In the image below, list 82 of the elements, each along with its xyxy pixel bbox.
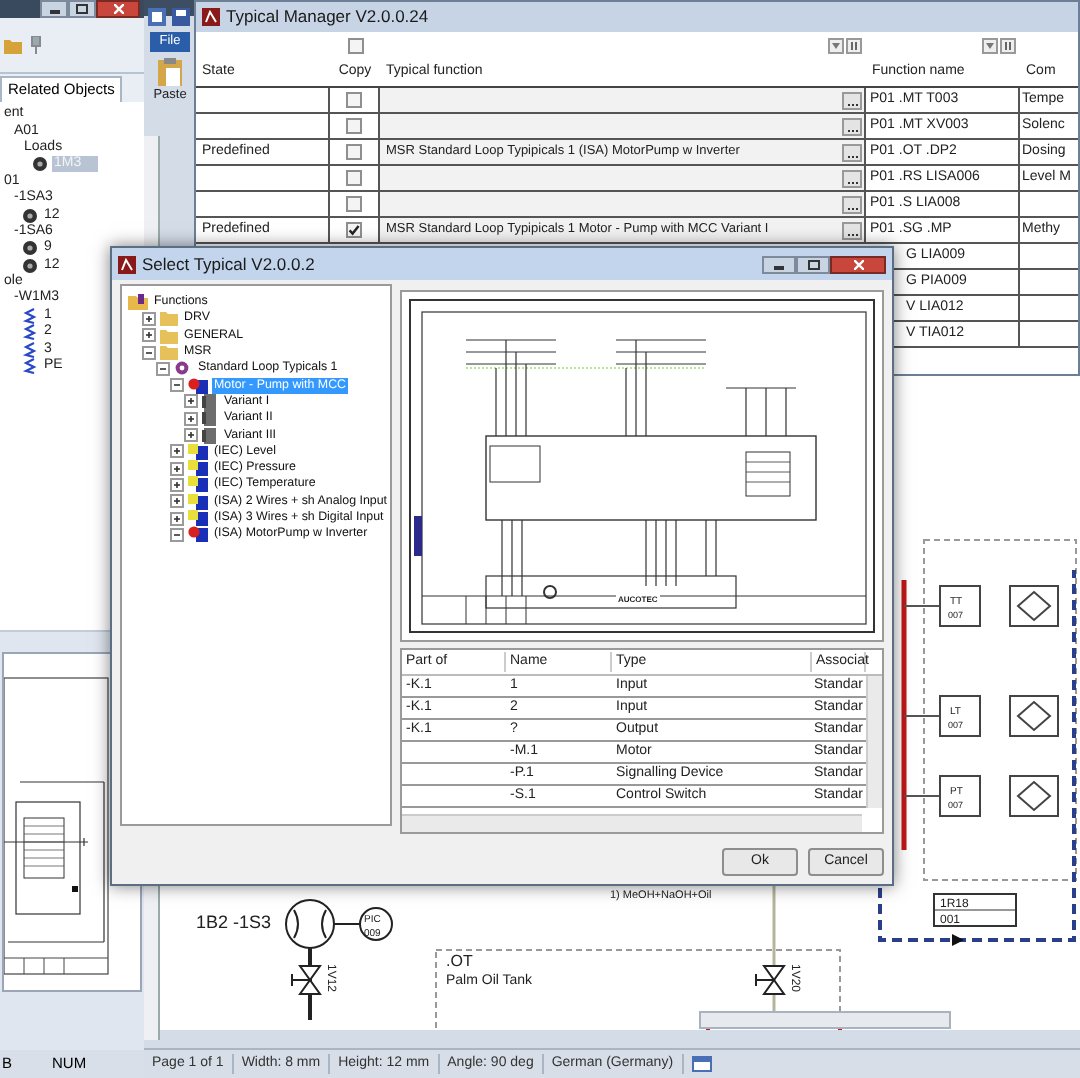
valve-symbol	[291, 965, 322, 995]
maximize-icon	[807, 259, 819, 269]
minimize-button[interactable]	[762, 255, 796, 273]
maximize-button[interactable]	[796, 255, 830, 273]
minimize-button[interactable]	[40, 0, 68, 18]
expand-icon[interactable]	[170, 511, 184, 525]
signal-icon	[188, 443, 208, 460]
collapse-icon[interactable]	[170, 378, 184, 393]
maximize-icon	[76, 4, 88, 14]
browse-button[interactable]	[842, 195, 862, 213]
checkbox[interactable]	[347, 37, 363, 53]
window-title: Select Typical V2.0.0.2	[142, 251, 315, 277]
checkbox[interactable]	[346, 196, 362, 212]
instrument-box	[939, 695, 981, 737]
expand-icon[interactable]	[170, 444, 184, 459]
toolbar-icon[interactable]	[148, 8, 166, 26]
folder-icon	[128, 294, 148, 311]
device-icon	[32, 156, 48, 173]
scroll-bar[interactable]	[699, 1011, 951, 1029]
expand-icon[interactable]	[184, 411, 198, 426]
checkbox[interactable]	[346, 170, 362, 186]
signal-line	[903, 715, 941, 717]
window-title: Typical Manager V2.0.0.24	[226, 4, 429, 30]
close-button[interactable]	[830, 255, 886, 273]
pin-icon[interactable]	[30, 36, 42, 54]
signal-line	[903, 605, 941, 607]
tank-name: .OT	[446, 952, 473, 970]
signal-line	[333, 923, 361, 925]
gear-icon	[174, 360, 192, 377]
filter-icon[interactable]	[828, 37, 844, 53]
arrow-icon	[952, 934, 964, 946]
clipboard-icon	[158, 58, 182, 86]
expand-icon[interactable]	[142, 328, 156, 343]
valve-symbol	[755, 965, 786, 995]
sensor-label: 1B2 -1S3	[196, 912, 272, 932]
sort-icon[interactable]	[846, 37, 862, 53]
checkbox[interactable]	[346, 92, 362, 108]
function-block-icon	[1009, 585, 1059, 627]
function-block-icon	[1009, 775, 1059, 817]
expand-icon[interactable]	[184, 428, 198, 443]
motor-icon	[188, 377, 208, 394]
collapse-icon[interactable]	[170, 527, 184, 542]
expand-icon[interactable]	[170, 461, 184, 476]
app-icon	[202, 8, 220, 26]
signal-icon	[188, 493, 208, 510]
window-icon[interactable]	[691, 1056, 712, 1072]
browse-button[interactable]	[842, 143, 862, 161]
browse-button[interactable]	[842, 169, 862, 187]
sensor-symbol	[285, 899, 335, 949]
instrument-box	[939, 585, 981, 627]
close-button[interactable]	[96, 0, 140, 18]
close-icon	[853, 259, 863, 269]
save-icon[interactable]	[172, 8, 190, 26]
expand-icon[interactable]	[142, 311, 156, 326]
checkbox[interactable]	[346, 222, 362, 238]
scroll-bar[interactable]	[866, 676, 882, 808]
browse-button[interactable]	[842, 91, 862, 109]
minimize-icon	[774, 265, 784, 269]
scroll-bar[interactable]	[402, 814, 862, 832]
browse-button[interactable]	[842, 117, 862, 135]
collapse-icon[interactable]	[156, 361, 170, 376]
maximize-button[interactable]	[68, 0, 96, 18]
signal-icon	[188, 460, 208, 477]
signal-line	[903, 795, 941, 797]
expand-icon[interactable]	[184, 394, 198, 409]
sort-icon[interactable]	[1000, 37, 1016, 53]
function-block-icon	[1009, 695, 1059, 737]
expand-icon[interactable]	[170, 494, 184, 509]
checkbox[interactable]	[346, 118, 362, 134]
minimize-icon	[49, 10, 59, 14]
collapse-icon[interactable]	[142, 345, 156, 360]
instrument-bubble	[359, 907, 393, 941]
reference-box	[933, 893, 1017, 927]
filter-icon[interactable]	[982, 37, 998, 53]
motor-icon	[188, 526, 208, 543]
checkbox[interactable]	[346, 144, 362, 160]
browse-button[interactable]	[842, 221, 862, 239]
signal-icon	[188, 476, 208, 493]
app-icon	[118, 255, 136, 273]
expand-icon[interactable]	[170, 477, 184, 492]
close-icon	[113, 4, 123, 14]
instrument-box	[939, 775, 981, 817]
